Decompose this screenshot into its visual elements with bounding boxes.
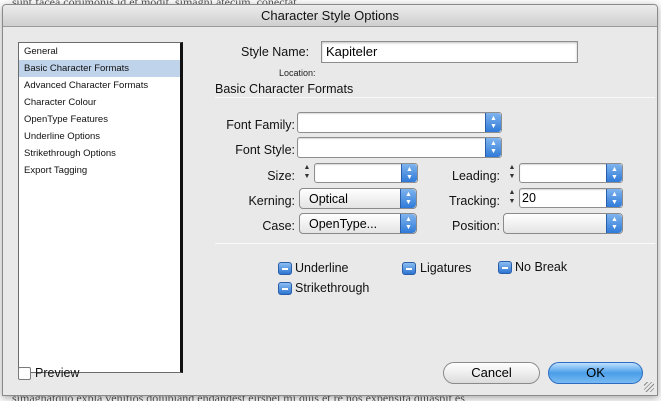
options-divider — [215, 243, 655, 244]
kerning-label: Kerning: — [248, 194, 295, 208]
up-down-arrows-icon[interactable]: ▲ ▼ — [606, 214, 622, 233]
location-label: Location: — [279, 68, 316, 78]
tracking-value: 20 — [522, 191, 536, 205]
up-down-arrows-icon[interactable]: ▲ ▼ — [400, 189, 416, 208]
sidebar-item-character-colour[interactable]: Character Colour — [19, 94, 180, 111]
sidebar-item-advanced-character-formats[interactable]: Advanced Character Formats — [19, 77, 180, 94]
sidebar-item-underline-options[interactable]: Underline Options — [19, 128, 180, 145]
section-title: Basic Character Formats — [215, 82, 354, 96]
case-label: Case: — [262, 219, 295, 233]
up-down-arrows-icon[interactable]: ▲ ▼ — [485, 113, 501, 132]
size-stepper-icon[interactable]: ▲ ▼ — [301, 163, 313, 182]
tracking-field[interactable]: 20 ▲ ▼ — [519, 188, 623, 208]
resize-grip-icon[interactable] — [644, 382, 654, 392]
preview-label: Preview — [35, 366, 80, 380]
up-down-arrows-icon[interactable]: ▲ ▼ — [606, 164, 622, 182]
strikethrough-label: Strikethrough — [295, 281, 370, 295]
font-family-label: Font Family: — [226, 118, 295, 132]
underline-toggle-icon[interactable] — [278, 262, 292, 275]
up-down-arrows-icon[interactable]: ▲ ▼ — [400, 214, 416, 233]
leading-field[interactable]: ▲ ▼ — [519, 163, 623, 183]
no-break-toggle-icon[interactable] — [498, 261, 512, 274]
sidebar-item-basic-character-formats[interactable]: Basic Character Formats — [19, 60, 180, 77]
font-style-label: Font Style: — [235, 143, 295, 157]
position-popup[interactable]: ▲ ▼ — [503, 213, 623, 234]
character-style-options-dialog: Character Style Options General Basic Ch… — [2, 4, 658, 396]
window-title: Character Style Options — [3, 5, 657, 27]
strikethrough-toggle-icon[interactable] — [278, 282, 292, 295]
tracking-label: Tracking: — [449, 194, 500, 208]
font-style-field[interactable]: ▲ ▼ — [297, 137, 502, 158]
underline-label: Underline — [295, 261, 349, 275]
style-name-label: Style Name: — [241, 45, 310, 59]
ligatures-label: Ligatures — [420, 261, 472, 275]
up-down-arrows-icon[interactable]: ▲ ▼ — [401, 164, 417, 182]
size-label: Size: — [267, 169, 295, 183]
case-value: OpenType... — [309, 217, 378, 231]
sidebar-item-general[interactable]: General — [19, 43, 180, 60]
preview-checkbox[interactable] — [18, 367, 31, 380]
sidebar-item-opentype-features[interactable]: OpenType Features — [19, 111, 180, 128]
ligatures-toggle-icon[interactable] — [402, 262, 416, 275]
kerning-popup[interactable]: Optical ▲ ▼ — [299, 188, 417, 209]
case-popup[interactable]: OpenType... ▲ ▼ — [299, 213, 417, 234]
position-label: Position: — [452, 219, 500, 233]
ok-button[interactable]: OK — [548, 362, 643, 384]
tracking-stepper-icon[interactable]: ▲ ▼ — [506, 188, 518, 207]
font-family-field[interactable]: ▲ ▼ — [297, 112, 502, 133]
section-divider — [215, 97, 655, 98]
leading-label: Leading: — [452, 169, 500, 183]
up-down-arrows-icon[interactable]: ▲ ▼ — [606, 189, 622, 207]
no-break-label: No Break — [515, 260, 568, 274]
sidebar-item-strikethrough-options[interactable]: Strikethrough Options — [19, 145, 180, 162]
cancel-button[interactable]: Cancel — [443, 362, 540, 384]
sidebar-item-export-tagging[interactable]: Export Tagging — [19, 162, 180, 179]
size-field[interactable]: ▲ ▼ — [314, 163, 418, 183]
style-name-input[interactable]: Kapiteler — [321, 41, 578, 63]
category-list[interactable]: General Basic Character Formats Advanced… — [18, 42, 183, 373]
leading-stepper-icon[interactable]: ▲ ▼ — [506, 163, 518, 182]
kerning-value: Optical — [309, 192, 348, 206]
up-down-arrows-icon[interactable]: ▲ ▼ — [485, 138, 501, 157]
